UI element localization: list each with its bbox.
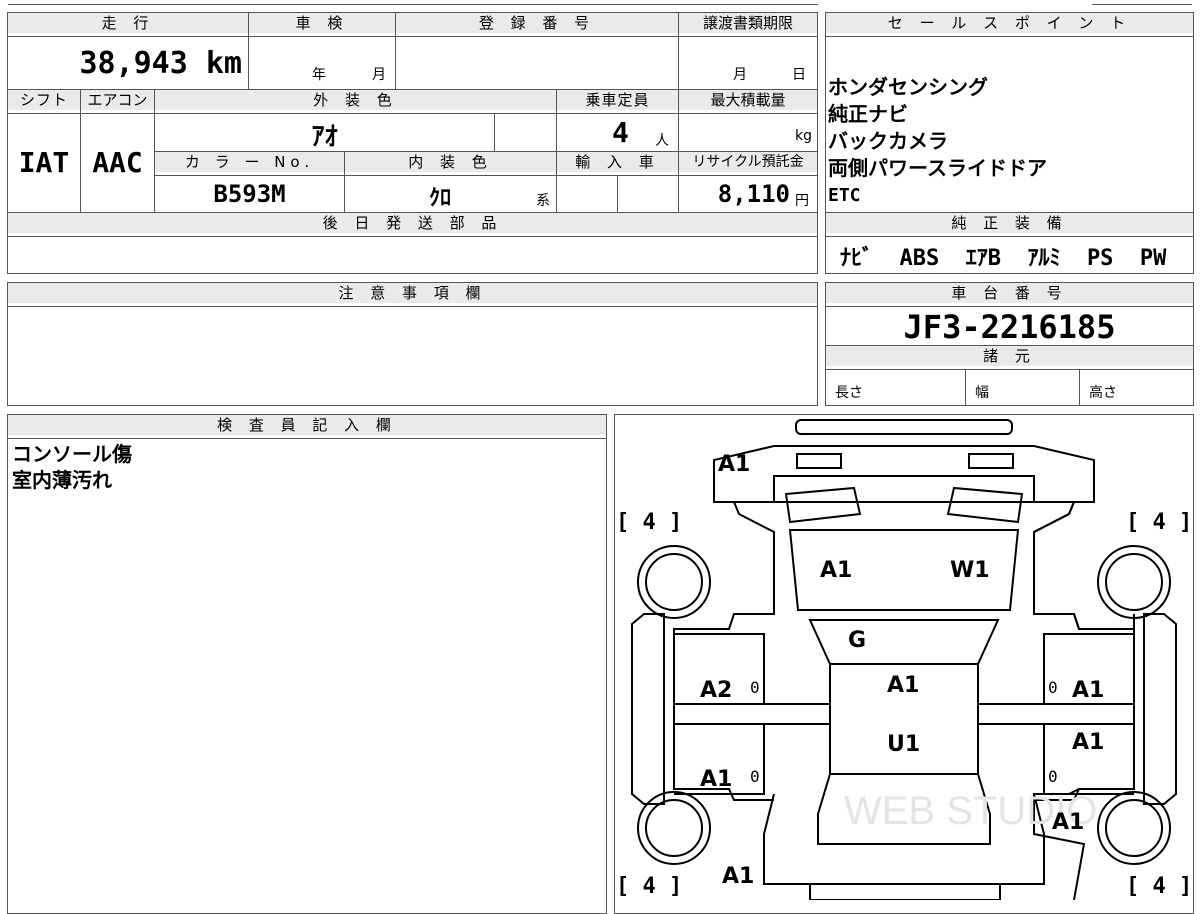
exterior-color-value: ｱｵ bbox=[311, 122, 338, 152]
zero-mark: 0 bbox=[750, 678, 760, 697]
shift-header: シフト bbox=[8, 90, 80, 110]
chassis-number: JF3-2216185 bbox=[903, 308, 1116, 346]
capacity-header: 乗車定員 bbox=[557, 90, 678, 110]
transfer-day: 日 bbox=[792, 67, 806, 83]
transfer-month: 月 bbox=[733, 67, 747, 83]
sales-points-header: セ ー ル ス ポ イ ン ト bbox=[826, 13, 1193, 33]
spec-width-label: 幅 bbox=[975, 385, 989, 401]
genuine-equipment-value: ﾅﾋﾞ ABS ｴｱB ｱﾙﾐ PS PW bbox=[840, 246, 1167, 271]
notes-header: 注 意 事 項 欄 bbox=[8, 283, 817, 303]
shift-value: IAT bbox=[18, 146, 70, 179]
damage-front-bumper: A1 bbox=[718, 452, 751, 477]
import-header: 輸 入 車 bbox=[557, 152, 678, 172]
tire-rear-left: [ 4 ] bbox=[616, 874, 683, 899]
interior-color-value: ｸﾛ bbox=[428, 186, 451, 211]
sales-point-item: 両側パワースライドドア bbox=[828, 156, 1047, 180]
sales-point-item: ホンダセンシング bbox=[828, 75, 988, 99]
spec-length-label: 長さ bbox=[835, 385, 863, 401]
damage-roof: A1 bbox=[887, 673, 920, 698]
inspector-header: 検 査 員 記 入 欄 bbox=[8, 415, 606, 435]
exterior-color-header: 外 装 色 bbox=[155, 90, 556, 110]
zero-mark: 0 bbox=[1048, 678, 1058, 697]
spec-height-label: 高さ bbox=[1089, 385, 1117, 401]
zero-mark: 0 bbox=[1048, 767, 1058, 786]
later-parts-header: 後 日 発 送 部 品 bbox=[8, 213, 817, 233]
damage-left-front-door: A2 bbox=[700, 678, 733, 703]
zero-mark: 0 bbox=[750, 767, 760, 786]
mileage-value: 38,943 km bbox=[79, 46, 242, 81]
specs-header: 諸 元 bbox=[826, 346, 1193, 366]
shaken-header: 車 検 bbox=[249, 13, 395, 33]
inspector-notes: コンソール傷 室内薄汚れ bbox=[12, 441, 132, 493]
interior-color-header: 内 装 色 bbox=[345, 152, 556, 172]
aircon-value: AAC bbox=[92, 146, 143, 179]
damage-right-quarter: A1 bbox=[1052, 810, 1085, 835]
damage-roof-lower: U1 bbox=[887, 732, 921, 757]
recycle-header: リサイクル預託金 bbox=[679, 152, 817, 172]
sales-point-item: バックカメラ bbox=[828, 129, 948, 153]
sales-points-list: ホンダセンシング 純正ナビ バックカメラ 両側パワースライドドア ETC bbox=[828, 74, 1047, 209]
tire-front-left: [ 4 ] bbox=[616, 510, 683, 535]
damage-windshield: G bbox=[848, 628, 867, 653]
recycle-unit: 円 bbox=[795, 193, 809, 209]
shaken-year: 年 bbox=[312, 67, 326, 83]
inspector-note: コンソール傷 bbox=[12, 442, 132, 466]
color-no-value: B593M bbox=[213, 180, 286, 208]
damage-right-front-door: A1 bbox=[1072, 678, 1105, 703]
recycle-value: 8,110 bbox=[717, 180, 790, 208]
tire-rear-right: [ 4 ] bbox=[1126, 874, 1193, 899]
capacity-unit: 人 bbox=[655, 133, 669, 149]
damage-rear: A1 bbox=[722, 864, 755, 889]
genuine-equipment-header: 純 正 装 備 bbox=[826, 213, 1193, 233]
damage-hood-right: W1 bbox=[950, 558, 990, 583]
chassis-header: 車 台 番 号 bbox=[826, 283, 1193, 303]
tire-front-right: [ 4 ] bbox=[1126, 510, 1193, 535]
sales-point-item: 純正ナビ bbox=[828, 102, 908, 126]
inspector-note: 室内薄汚れ bbox=[12, 468, 112, 492]
sales-point-item: ETC bbox=[828, 185, 861, 206]
damage-hood-left: A1 bbox=[820, 558, 853, 583]
damage-left-rear-door: A1 bbox=[700, 767, 733, 792]
aircon-header: エアコン bbox=[81, 90, 154, 110]
transfer-deadline-header: 譲渡書類期限 bbox=[679, 13, 817, 33]
mileage-header: 走 行 bbox=[8, 13, 248, 33]
max-load-header: 最大積載量 bbox=[679, 90, 817, 110]
interior-color-suffix: 系 bbox=[536, 193, 550, 209]
damage-right-rear-door: A1 bbox=[1072, 730, 1105, 755]
max-load-unit: kg bbox=[795, 128, 812, 144]
capacity-value: 4 bbox=[612, 116, 629, 149]
shaken-month: 月 bbox=[372, 67, 386, 83]
color-no-header: カ ラ ー No. bbox=[155, 152, 344, 172]
registration-header: 登 録 番 号 bbox=[396, 13, 678, 33]
car-diagram: WEB STUDIO bbox=[631, 419, 1177, 900]
